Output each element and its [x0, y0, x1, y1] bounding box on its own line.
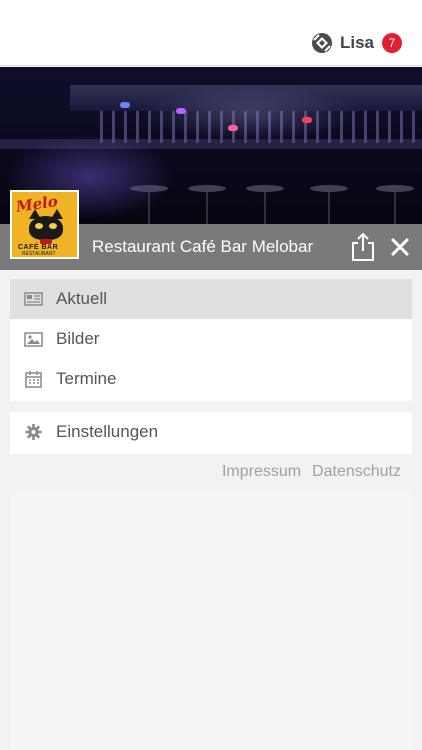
- user-menu[interactable]: Lisa 7: [311, 32, 402, 54]
- datenschutz-link[interactable]: Datenschutz: [312, 463, 401, 481]
- share-icon[interactable]: [349, 232, 377, 262]
- logo-cat: [29, 216, 63, 240]
- bar-counter: [0, 139, 422, 149]
- logo-cat-eye: [35, 223, 43, 229]
- close-icon[interactable]: [387, 234, 413, 260]
- menu-item-label: Aktuell: [56, 289, 108, 308]
- logo-subtitle: CAFÉ BAR: [18, 244, 59, 251]
- menu-item-bilder[interactable]: Bilder: [10, 319, 412, 359]
- gear-icon: [25, 424, 42, 440]
- light-glow: [176, 108, 186, 114]
- menu-item-label: Bilder: [56, 329, 100, 348]
- impressum-link[interactable]: Impressum: [222, 463, 301, 481]
- logo-cat-eye: [49, 223, 57, 229]
- menu-item-label: Termine: [56, 369, 117, 388]
- bar-stool-leg: [206, 191, 208, 224]
- settings-menu: Einstellungen: [10, 412, 412, 454]
- footer-links: Impressum Datenschutz: [222, 463, 401, 481]
- light-glow: [228, 125, 238, 131]
- yellow-app-logo-icon: [311, 33, 332, 53]
- menu-item-termine[interactable]: Termine: [10, 359, 412, 399]
- venue-name: Restaurant Café Bar Melobar: [92, 237, 314, 256]
- menu-item-einstellungen[interactable]: Einstellungen: [10, 412, 412, 452]
- light-glow: [120, 102, 130, 108]
- venue-logo: Melo CAFÉ BAR RESTAURANT: [10, 190, 79, 259]
- bar-stool-leg: [148, 191, 150, 224]
- bar-stool-leg: [328, 191, 330, 224]
- main-menu: Aktuell Bilder Termine: [10, 279, 412, 401]
- notification-badge[interactable]: 7: [382, 33, 402, 53]
- top-bar: Lisa 7: [0, 0, 422, 66]
- light-glow: [302, 117, 312, 123]
- logo-subtitle-2: RESTAURANT: [22, 251, 56, 257]
- newspaper-icon: [24, 292, 43, 306]
- empty-content-area: [10, 492, 412, 750]
- bar-stool-leg: [264, 191, 266, 224]
- menu-item-aktuell[interactable]: Aktuell: [10, 279, 412, 319]
- image-icon: [24, 332, 43, 347]
- menu-item-label: Einstellungen: [56, 422, 159, 441]
- user-name[interactable]: Lisa: [340, 33, 374, 53]
- bar-stool-leg: [394, 191, 396, 224]
- calendar-icon: [25, 371, 42, 388]
